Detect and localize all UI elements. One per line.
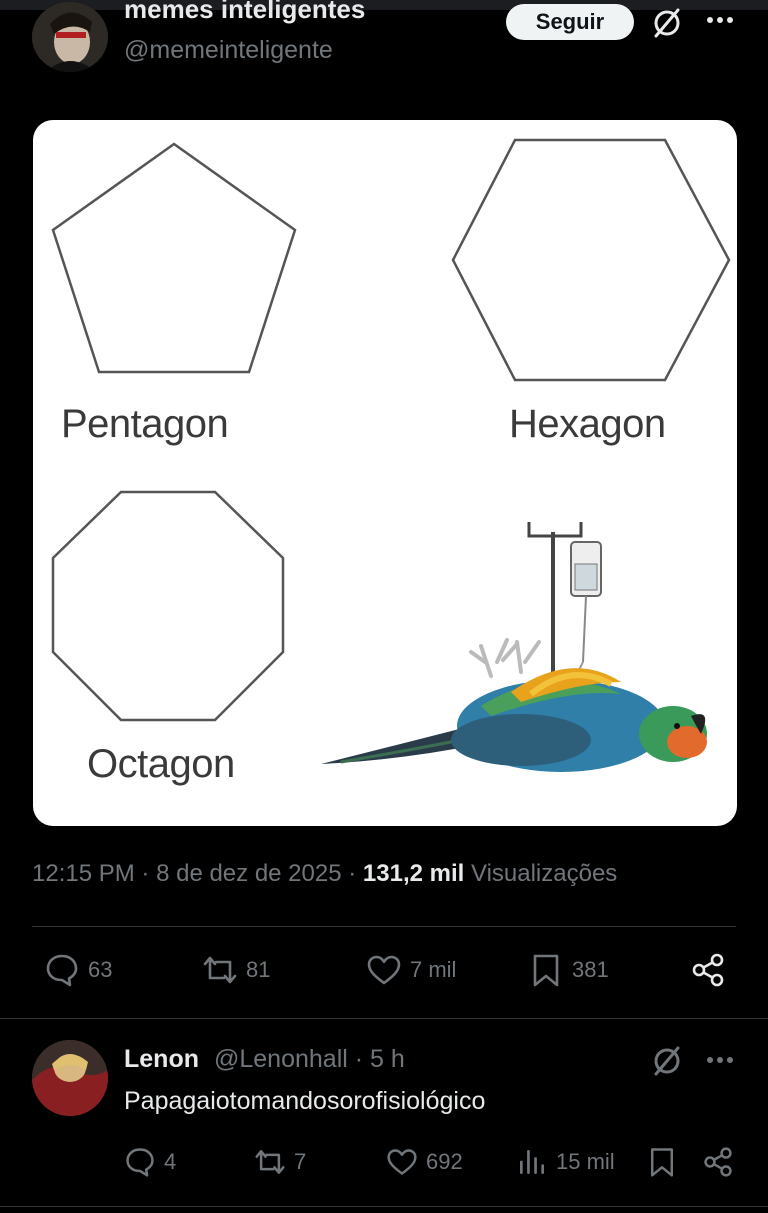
like-button[interactable]: 7 mil: [366, 952, 456, 988]
share-icon: [692, 953, 724, 987]
follow-button[interactable]: Seguir: [506, 4, 634, 40]
bookmark-icon: [533, 954, 559, 987]
heart-icon: [367, 955, 401, 985]
separator-dot: ·: [141, 860, 157, 887]
post-meta: 12:15 PM · 8 de dez de 2025 · 131,2 mil …: [32, 860, 617, 888]
repost-icon: [255, 1150, 285, 1174]
grok-icon[interactable]: [650, 1044, 684, 1078]
post-time[interactable]: 12:15 PM: [32, 860, 135, 887]
reply-count: 4: [164, 1149, 177, 1174]
comment-icon: [126, 1148, 154, 1177]
reply-author-handle[interactable]: @Lenonhall · 5 h: [214, 1045, 405, 1074]
octagon-shape: [51, 490, 285, 722]
reply-reply-button[interactable]: 4: [124, 1146, 176, 1178]
post-date[interactable]: 8 de dez de 2025: [156, 860, 342, 887]
views-count: 15 mil: [556, 1149, 615, 1174]
reply-author-avatar[interactable]: [32, 1040, 108, 1116]
bookmark-button[interactable]: 381: [528, 952, 609, 988]
author-handle[interactable]: @memeinteligente: [124, 36, 333, 65]
divider: [0, 1018, 768, 1019]
pentagon-label: Pentagon: [61, 402, 229, 446]
reply-author-name[interactable]: Lenon: [124, 1045, 199, 1074]
views-label: Visualizações: [471, 860, 618, 887]
divider: [0, 1206, 768, 1207]
divider: [32, 926, 736, 927]
heart-icon: [387, 1149, 417, 1175]
reply-like-button[interactable]: 692: [386, 1146, 463, 1178]
reply-share-button[interactable]: [702, 1146, 734, 1178]
parrot-on-iv-drip-illustration: [321, 522, 707, 772]
like-count: 7 mil: [410, 957, 457, 982]
author-avatar[interactable]: [32, 2, 108, 72]
share-icon: [704, 1147, 732, 1177]
grok-icon[interactable]: [650, 6, 684, 40]
repost-button[interactable]: 81: [202, 952, 270, 988]
pentagon-shape: [51, 142, 297, 374]
reply-text: Papagaiotomandosorofisiológico: [124, 1087, 486, 1115]
separator-dot: ·: [348, 860, 363, 887]
views-icon: [520, 1150, 544, 1174]
like-count: 692: [426, 1149, 463, 1174]
author-name[interactable]: memes inteligentes: [124, 0, 365, 25]
reply-repost-button[interactable]: 7: [254, 1146, 306, 1178]
hexagon-label: Hexagon: [509, 402, 666, 446]
bookmark-count: 381: [572, 957, 609, 982]
reply-count: 63: [88, 957, 113, 982]
more-icon[interactable]: [704, 1048, 736, 1072]
repost-count: 7: [294, 1149, 307, 1174]
repost-icon: [203, 956, 237, 984]
comment-icon: [46, 954, 78, 987]
share-button[interactable]: [690, 952, 726, 988]
reply-views-button[interactable]: 15 mil: [516, 1146, 615, 1178]
reply-button[interactable]: 63: [44, 952, 112, 988]
hexagon-shape: [451, 138, 731, 382]
repost-count: 81: [246, 957, 271, 982]
octagon-label: Octagon: [87, 742, 235, 786]
post-image[interactable]: Pentagon Hexagon Octagon: [33, 120, 737, 826]
views-count: 131,2 mil: [362, 860, 465, 887]
bookmark-icon: [650, 1148, 674, 1177]
more-icon[interactable]: [704, 8, 736, 32]
reply-bookmark-button[interactable]: [646, 1146, 678, 1178]
